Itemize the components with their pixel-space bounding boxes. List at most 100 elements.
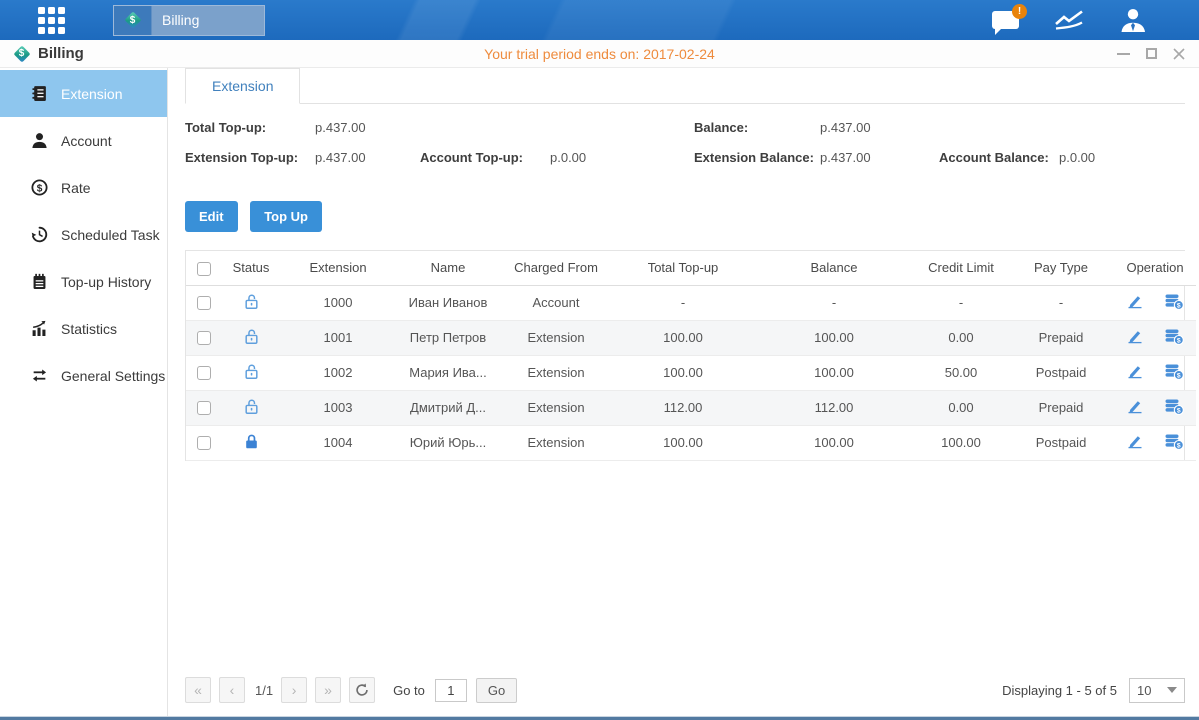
cell-name: Мария Ива... — [396, 355, 500, 390]
extension-table-body: 1000 Иван Иванов Account - - - - — [186, 285, 1196, 460]
top-up-row-icon[interactable]: $ — [1164, 293, 1184, 310]
cell-balance: - — [754, 285, 914, 320]
column-header-extension[interactable]: Extension — [280, 251, 396, 285]
minimize-button[interactable] — [1117, 53, 1130, 55]
page-size-select[interactable]: 10 — [1129, 678, 1185, 703]
top-navbar: $ Billing ! — [0, 0, 1199, 40]
sidebar-item-rate[interactable]: $ Rate — [0, 164, 167, 211]
sidebar-item-extension[interactable]: Extension — [0, 70, 167, 117]
row-checkbox[interactable] — [197, 366, 211, 380]
account-balance-value: p.0.00 — [1059, 150, 1095, 165]
chevron-down-icon — [1167, 687, 1177, 693]
column-header-pay-type[interactable]: Pay Type — [1008, 251, 1114, 285]
svg-text:$: $ — [1177, 407, 1181, 414]
sidebar-item-general-settings[interactable]: General Settings — [0, 352, 167, 399]
taskbar-tab-label: Billing — [152, 12, 199, 28]
page-indicator: 1/1 — [255, 683, 273, 698]
close-button[interactable] — [1173, 48, 1185, 60]
sidebar-item-account[interactable]: Account — [0, 117, 167, 164]
sidebar-item-label: Top-up History — [61, 274, 151, 290]
cell-balance: 100.00 — [754, 425, 914, 460]
edit-row-icon[interactable] — [1126, 398, 1144, 414]
row-checkbox[interactable] — [197, 296, 211, 310]
cell-credit-limit: 0.00 — [914, 320, 1008, 355]
table-row[interactable]: 1000 Иван Иванов Account - - - - — [186, 285, 1196, 320]
sidebar-item-statistics[interactable]: Statistics — [0, 305, 167, 352]
cell-total-topup: 100.00 — [612, 425, 754, 460]
row-checkbox[interactable] — [197, 331, 211, 345]
cell-pay-type: Postpaid — [1008, 425, 1114, 460]
next-page-button[interactable]: › — [281, 677, 307, 703]
cell-pay-type: - — [1008, 285, 1114, 320]
extension-topup-value: p.437.00 — [315, 150, 420, 165]
go-button[interactable]: Go — [476, 678, 517, 703]
window-bottom-edge — [0, 716, 1199, 720]
total-topup-label: Total Top-up: — [185, 120, 315, 135]
extension-topup-label: Extension Top-up: — [185, 150, 315, 165]
top-up-row-icon[interactable]: $ — [1164, 398, 1184, 415]
top-up-row-icon[interactable]: $ — [1164, 328, 1184, 345]
user-account-icon[interactable] — [1119, 8, 1147, 32]
sidebar-item-topup-history[interactable]: Top-up History — [0, 258, 167, 305]
content-panel: Extension Total Top-up: p.437.00 Balance… — [168, 68, 1199, 716]
column-header-total-topup[interactable]: Total Top-up — [612, 251, 754, 285]
maximize-button[interactable] — [1146, 48, 1157, 59]
column-header-operation[interactable]: Operation — [1114, 251, 1196, 285]
cell-charged-from: Extension — [500, 355, 612, 390]
sidebar-item-label: Scheduled Task — [61, 227, 160, 243]
extension-balance-label: Extension Balance: — [694, 150, 820, 165]
displaying-status: Displaying 1 - 5 of 5 — [1002, 683, 1117, 698]
top-up-button[interactable]: Top Up — [250, 201, 322, 232]
edit-row-icon[interactable] — [1126, 293, 1144, 309]
prev-page-button[interactable]: ‹ — [219, 677, 245, 703]
last-page-button[interactable]: » — [315, 677, 341, 703]
cell-total-topup: 100.00 — [612, 320, 754, 355]
extension-icon — [31, 85, 48, 102]
column-header-status[interactable]: Status — [222, 251, 280, 285]
edit-button[interactable]: Edit — [185, 201, 238, 232]
table-row[interactable]: 1001 Петр Петров Extension 100.00 100.00… — [186, 320, 1196, 355]
account-icon — [31, 132, 48, 149]
sidebar-item-label: Account — [61, 133, 112, 149]
svg-text:$: $ — [1177, 372, 1181, 379]
row-checkbox[interactable] — [197, 401, 211, 415]
table-row[interactable]: 1002 Мария Ива... Extension 100.00 100.0… — [186, 355, 1196, 390]
cell-name: Петр Петров — [396, 320, 500, 355]
messages-icon[interactable]: ! — [992, 11, 1019, 29]
account-topup-value: p.0.00 — [550, 150, 586, 165]
cell-name: Дмитрий Д... — [396, 390, 500, 425]
paging-toolbar: « ‹ 1/1 › » Go to Go Displaying 1 - 5 of… — [185, 671, 1185, 716]
select-all-checkbox[interactable] — [197, 262, 211, 276]
apps-grid-icon[interactable] — [38, 7, 65, 34]
balance-label: Balance: — [694, 120, 820, 135]
column-header-credit-limit[interactable]: Credit Limit — [914, 251, 1008, 285]
edit-row-icon[interactable] — [1126, 363, 1144, 379]
statistics-icon — [31, 320, 48, 337]
column-header-charged-from[interactable]: Charged From — [500, 251, 612, 285]
column-header-name[interactable]: Name — [396, 251, 500, 285]
table-row[interactable]: 1004 Юрий Юрь... Extension 100.00 100.00… — [186, 425, 1196, 460]
tab-extension[interactable]: Extension — [185, 68, 300, 104]
top-up-row-icon[interactable]: $ — [1164, 433, 1184, 450]
topup-history-icon — [31, 273, 48, 290]
cell-charged-from: Extension — [500, 390, 612, 425]
cell-credit-limit: - — [914, 285, 1008, 320]
taskbar-tab-billing[interactable]: $ Billing — [113, 5, 265, 36]
top-up-row-icon[interactable]: $ — [1164, 363, 1184, 380]
cell-charged-from: Account — [500, 285, 612, 320]
statistics-chart-icon[interactable] — [1053, 8, 1085, 32]
table-row[interactable]: 1003 Дмитрий Д... Extension 112.00 112.0… — [186, 390, 1196, 425]
cell-extension: 1003 — [280, 390, 396, 425]
cell-charged-from: Extension — [500, 425, 612, 460]
goto-page-input[interactable] — [435, 679, 467, 702]
first-page-button[interactable]: « — [185, 677, 211, 703]
refresh-button[interactable] — [349, 677, 375, 703]
window-titlebar: $ Billing Your trial period ends on: 201… — [0, 40, 1199, 68]
sidebar-item-scheduled-task[interactable]: Scheduled Task — [0, 211, 167, 258]
trial-period-notice: Your trial period ends on: 2017-02-24 — [0, 46, 1199, 62]
sidebar-item-label: Extension — [61, 86, 122, 102]
row-checkbox[interactable] — [197, 436, 211, 450]
column-header-balance[interactable]: Balance — [754, 251, 914, 285]
edit-row-icon[interactable] — [1126, 328, 1144, 344]
edit-row-icon[interactable] — [1126, 433, 1144, 449]
